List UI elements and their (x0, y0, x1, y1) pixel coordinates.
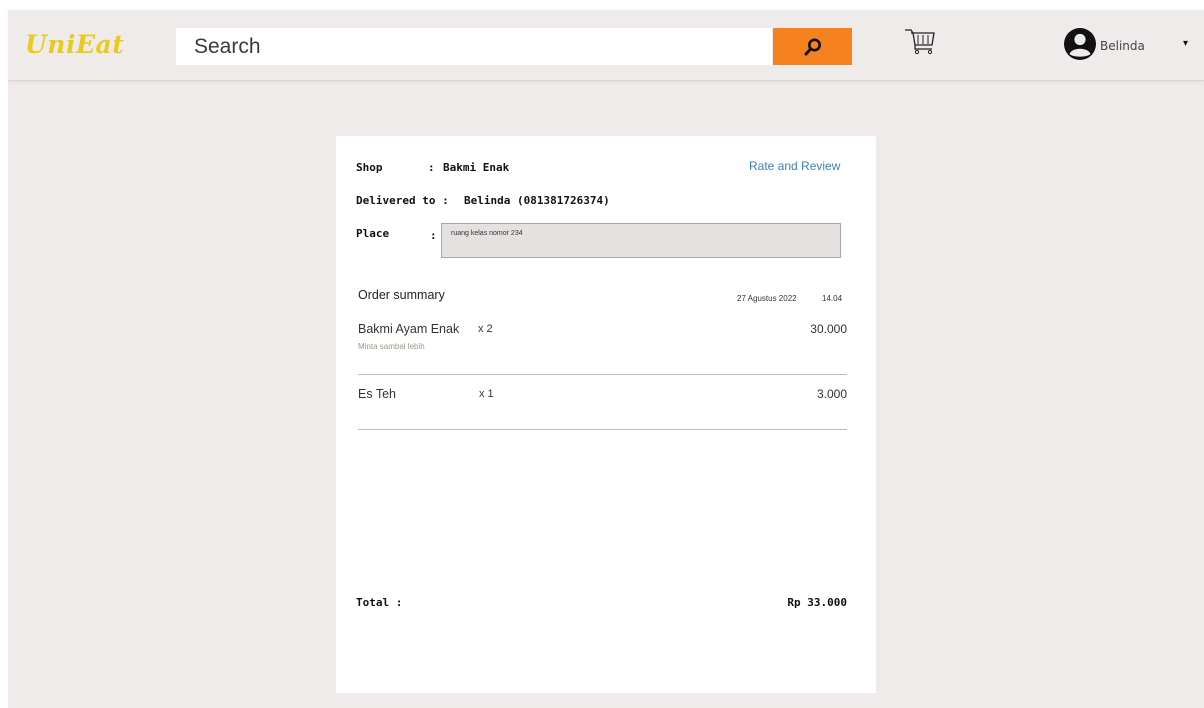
total-value: Rp 33.000 (787, 596, 847, 609)
rate-review-link[interactable]: Rate and Review (749, 159, 840, 173)
order-summary-title: Order summary (358, 288, 445, 302)
search-input[interactable] (176, 28, 772, 65)
cart-button[interactable] (903, 27, 939, 61)
order-item-name: Es Teh (358, 387, 396, 401)
search-icon (804, 38, 821, 55)
place-field: ruang kelas nomor 234 (441, 223, 841, 258)
order-item-price: 30.000 (810, 322, 847, 336)
user-menu-dropdown-icon[interactable]: ▾ (1183, 38, 1188, 49)
app-background: UniEat Search Belinda ▾ Shop: Bakmi Ena… (8, 10, 1204, 708)
user-name[interactable]: Belinda (1100, 39, 1145, 53)
order-item-qty: x 2 (478, 323, 493, 335)
order-item-name: Bakmi Ayam Enak (358, 322, 460, 336)
delivered-label: Delivered to : (356, 194, 449, 207)
order-date: 27 Agustus 2022 (737, 294, 797, 303)
order-item-price: 3.000 (816, 387, 847, 401)
user-avatar-icon (1064, 28, 1096, 60)
shop-label: Shop (356, 161, 383, 174)
order-item-note: Minta sambal lebih (358, 342, 425, 351)
delivered-recipient: Belinda (081381726374) (464, 194, 610, 207)
top-navigation-bar: UniEat Search Belinda ▾ (8, 10, 1204, 81)
shop-name: Bakmi Enak (443, 161, 510, 174)
item-divider (358, 429, 847, 430)
item-divider (358, 374, 847, 375)
order-item-qty: x 1 (479, 388, 494, 400)
place-label: Place (356, 227, 390, 240)
order-time: 14.04 (822, 294, 843, 303)
app-logo[interactable]: UniEat (25, 30, 124, 59)
order-detail-card: Shop : Bakmi Enak Rate and Review Delive… (336, 136, 876, 693)
user-avatar[interactable] (1063, 27, 1097, 61)
search-button[interactable] (773, 28, 852, 65)
total-label: Total : (356, 596, 403, 609)
shop-separator: : (428, 161, 435, 174)
cart-icon (905, 29, 935, 55)
place-separator: : (430, 229, 437, 242)
